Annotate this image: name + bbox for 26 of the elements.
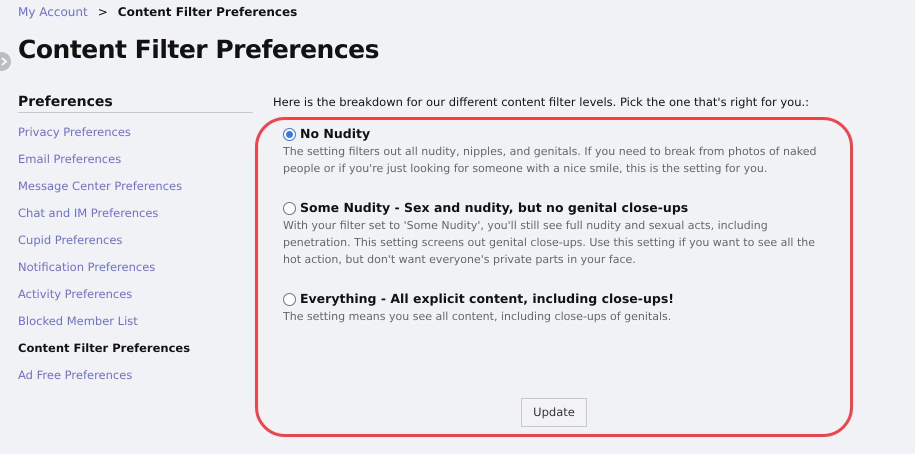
option-description: The setting means you see all content, including close-ups of genitals. <box>283 309 672 325</box>
option-label: No Nudity <box>300 125 370 143</box>
breadcrumb-link[interactable]: My Account <box>18 3 88 21</box>
radio-button[interactable] <box>283 292 296 306</box>
breadcrumb-separator: > <box>98 4 108 21</box>
option-description: The setting filters out all nudity, nipples, and genitals. If you need to break from photos of naked people or if you're just looking for someone with a nice smile, this is the setting for you. <box>283 144 818 177</box>
sidebar-item[interactable]: Chat and IM Preferences <box>18 200 158 227</box>
radio-button[interactable] <box>283 128 296 140</box>
sidebar-heading: Preferences <box>18 93 253 113</box>
option-label: Everything - All explicit content, including close-ups! <box>300 290 674 308</box>
breadcrumb-current: Content Filter Preferences <box>118 4 298 21</box>
sidebar-item[interactable]: Email Preferences <box>18 146 122 173</box>
update-button[interactable]: Update <box>521 398 587 427</box>
sidebar-item[interactable]: Content Filter Preferences <box>18 335 190 362</box>
sidebar-item[interactable]: Ad Free Preferences <box>18 362 132 389</box>
page-title: Content Filter Preferences <box>18 34 380 66</box>
sidebar-item[interactable]: Message Center Preferences <box>18 173 182 200</box>
sidebar-item[interactable]: Privacy Preferences <box>18 119 131 146</box>
sidebar-item[interactable]: Blocked Member List <box>18 308 138 335</box>
intro-text: Here is the breakdown for our different content filter levels. Pick the one that's right for you.: <box>273 95 810 109</box>
option-label: Some Nudity - Sex and nudity, but no genital close-ups <box>300 199 688 217</box>
sidebar-item[interactable]: Notification Preferences <box>18 254 156 281</box>
radio-button[interactable] <box>283 202 296 214</box>
sidebar-item[interactable]: Activity Preferences <box>18 281 132 308</box>
sidebar-item[interactable]: Cupid Preferences <box>18 227 122 254</box>
option-description: With your filter set to 'Some Nudity', you'll still see full nudity and sexual acts, including penetration. This setting screens out genital close-ups. Use this setting if you want to see all the hot action, but don't want everyone's private parts in your face. <box>283 218 816 268</box>
